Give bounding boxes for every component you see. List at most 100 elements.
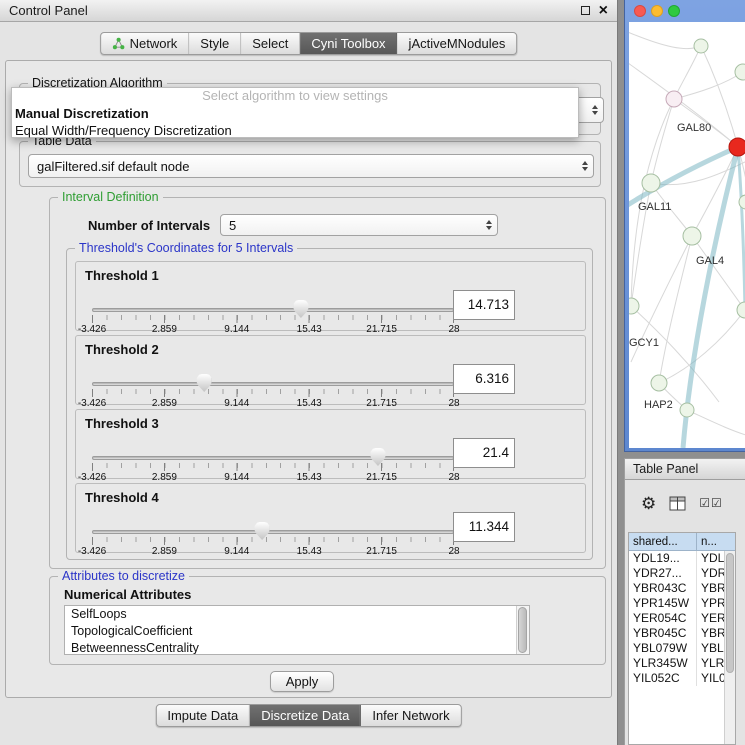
threshold-4-slider[interactable]: -3.426 2.859 9.144 15.43 21.715 28 [92,518,454,560]
slider-track[interactable] [92,456,454,460]
table-data-combo[interactable]: galFiltered.sif default node [28,154,594,178]
tab-infer-network[interactable]: Infer Network [361,705,460,726]
combo-value: 5 [221,218,236,233]
table-cell[interactable]: YPR145W [629,596,697,611]
threshold-4-value[interactable]: 11.344 [453,512,515,542]
threshold-label: Threshold 1 [85,268,159,283]
scale-label: 21.715 [366,324,397,335]
table-row[interactable]: YER054C YER0... [629,611,735,626]
algorithm-dropdown: Select algorithm to view settings Manual… [11,87,579,138]
tab-impute-data[interactable]: Impute Data [156,705,250,726]
scale-label: 2.859 [152,472,177,483]
group-title: Threshold's Coordinates for 5 Intervals [75,241,297,256]
selected-node[interactable] [729,138,745,156]
network-node[interactable] [737,302,745,318]
tab-select[interactable]: Select [241,33,300,54]
table-row[interactable]: YBR043C YBR0... [629,581,735,596]
close-icon[interactable]: × [599,3,608,19]
close-button[interactable] [634,5,646,17]
network-canvas[interactable]: GAL80 GAL11 GAL4 GCY1 HAP2 [629,22,745,448]
column-header-shared-name[interactable]: shared... [629,533,697,550]
table-row[interactable]: YBL079W YBL0... [629,641,735,656]
list-scrollbar[interactable] [516,606,529,654]
tab-jactivemnodules[interactable]: jActiveMNodules [398,33,517,54]
slider-major-ticks [92,537,454,545]
table-row[interactable]: YDL19... YDL1... [629,551,735,566]
num-intervals-combo[interactable]: 5 [220,214,498,236]
control-panel-window: Control Panel × Network Style Select Cyn… [0,0,618,745]
threshold-1-slider[interactable]: -3.426 2.859 9.144 15.43 21.715 28 [92,296,454,338]
table-cell[interactable]: YLR345W [629,656,697,671]
scale-label: 15.43 [297,546,322,557]
cyni-toolbox-panel: Discretization Algorithm Select algorith… [5,60,612,698]
tab-cyni-toolbox[interactable]: Cyni Toolbox [300,33,397,54]
list-item[interactable]: TopologicalCoefficient [65,623,529,640]
node-label: GAL80 [677,122,711,134]
slider-track[interactable] [92,308,454,312]
network-node[interactable] [680,403,694,417]
threshold-2-slider[interactable]: -3.426 2.859 9.144 15.43 21.715 28 [92,370,454,412]
table-row[interactable]: YIL052C YIL0... [629,671,735,686]
threshold-2-value[interactable]: 6.316 [453,364,515,394]
network-node-gal11[interactable] [642,174,660,192]
table-cell[interactable]: YIL052C [629,671,697,686]
slider-major-ticks [92,463,454,471]
table-row[interactable]: YDR27... YDR2... [629,566,735,581]
tab-network[interactable]: Network [101,33,190,54]
table-row[interactable]: YBR045C YBR0... [629,626,735,641]
tab-style[interactable]: Style [189,33,241,54]
group-title: Interval Definition [58,190,163,205]
table-cell[interactable]: YBR043C [629,581,697,596]
scale-label: 21.715 [366,398,397,409]
table-row[interactable]: YLR345W YLR3... [629,656,735,671]
network-view-window[interactable]: GAL80 GAL11 GAL4 GCY1 HAP2 [624,0,745,452]
scale-label: -3.426 [78,472,106,483]
network-node-gal4[interactable] [683,227,701,245]
select-columns-icon[interactable]: ☑☑ [699,496,723,510]
table-cell[interactable]: YDR27... [629,566,697,581]
table-scrollbar[interactable] [724,551,735,744]
attributes-group: Attributes to discretize Numerical Attri… [49,576,606,665]
column-header-name[interactable]: n... [697,533,735,550]
zoom-button[interactable] [668,5,680,17]
table-cell[interactable]: YBR045C [629,626,697,641]
apply-button[interactable]: Apply [270,671,334,692]
columns-icon[interactable] [669,496,686,511]
gear-icon[interactable]: ⚙ [641,495,656,512]
node-label: HAP2 [644,399,673,411]
threshold-3-value[interactable]: 21.4 [453,438,515,468]
scale-label: -3.426 [78,546,106,557]
list-item[interactable]: SelfLoops [65,606,529,623]
threshold-3-panel: Threshold 3 -3.426 2.859 9.144 15.43 [75,409,586,479]
list-item[interactable]: BetweennessCentrality [65,640,529,655]
threshold-1-value[interactable]: 14.713 [453,290,515,320]
dropdown-option-manual-discretization[interactable]: Manual Discretization [12,105,578,122]
control-panel-titlebar: Control Panel × [0,0,617,22]
slider-track[interactable] [92,530,454,534]
threshold-3-slider[interactable]: -3.426 2.859 9.144 15.43 21.715 28 [92,444,454,486]
scrollbar-thumb[interactable] [518,607,527,653]
scale-label: 28 [448,546,459,557]
numerical-attributes-list[interactable]: SelfLoops TopologicalCoefficient Between… [64,605,530,655]
cyni-mode-tabs: Impute Data Discretize Data Infer Networ… [155,704,461,727]
scale-label: 2.859 [152,324,177,335]
network-node[interactable] [735,64,745,80]
float-window-icon[interactable] [581,6,590,15]
table-row[interactable]: YPR145W YPR1... [629,596,735,611]
slider-track[interactable] [92,382,454,386]
network-node[interactable] [694,39,708,53]
tab-discretize-data[interactable]: Discretize Data [250,705,361,726]
scrollbar-thumb[interactable] [726,553,734,673]
network-node-gal80[interactable] [666,91,682,107]
scale-label: 15.43 [297,324,322,335]
scale-label: -3.426 [78,324,106,335]
table-cell[interactable]: YDL19... [629,551,697,566]
combo-stepper-icon [592,105,598,115]
dropdown-option-equal-width[interactable]: Equal Width/Frequency Discretization [12,122,578,139]
table-cell[interactable]: YBL079W [629,641,697,656]
scale-label: 15.43 [297,398,322,409]
network-node-hap2[interactable] [651,375,667,391]
table-cell[interactable]: YER054C [629,611,697,626]
minimize-button[interactable] [651,5,663,17]
node-label: GAL11 [638,201,671,213]
